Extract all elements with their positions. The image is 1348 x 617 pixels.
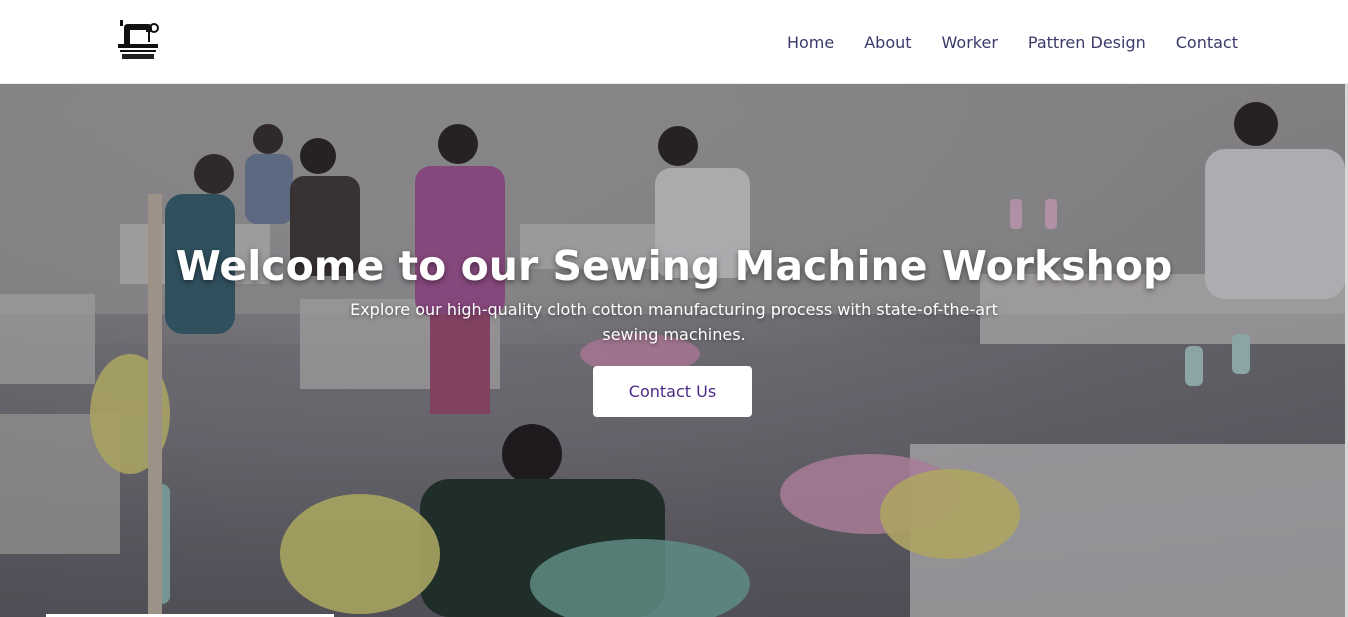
- nav-pattren-design[interactable]: Pattren Design: [1028, 33, 1146, 52]
- hero-subtitle: Explore our high-quality cloth cotton ma…: [350, 300, 998, 344]
- sewing-machine-logo-icon[interactable]: [112, 16, 164, 62]
- hero-title: Welcome to our Sewing Machine Workshop: [175, 242, 1173, 290]
- nav-about[interactable]: About: [864, 33, 911, 52]
- contact-us-button[interactable]: Contact Us: [593, 366, 752, 417]
- main-nav: Home About Worker Pattren Design Contact: [787, 0, 1238, 84]
- navbar: Home About Worker Pattren Design Contact: [0, 0, 1348, 84]
- nav-contact[interactable]: Contact: [1176, 33, 1238, 52]
- hero-content: Welcome to our Sewing Machine Workshop E…: [0, 84, 1348, 617]
- nav-home[interactable]: Home: [787, 33, 834, 52]
- hero-section: Welcome to our Sewing Machine Workshop E…: [0, 84, 1348, 617]
- nav-worker[interactable]: Worker: [942, 33, 998, 52]
